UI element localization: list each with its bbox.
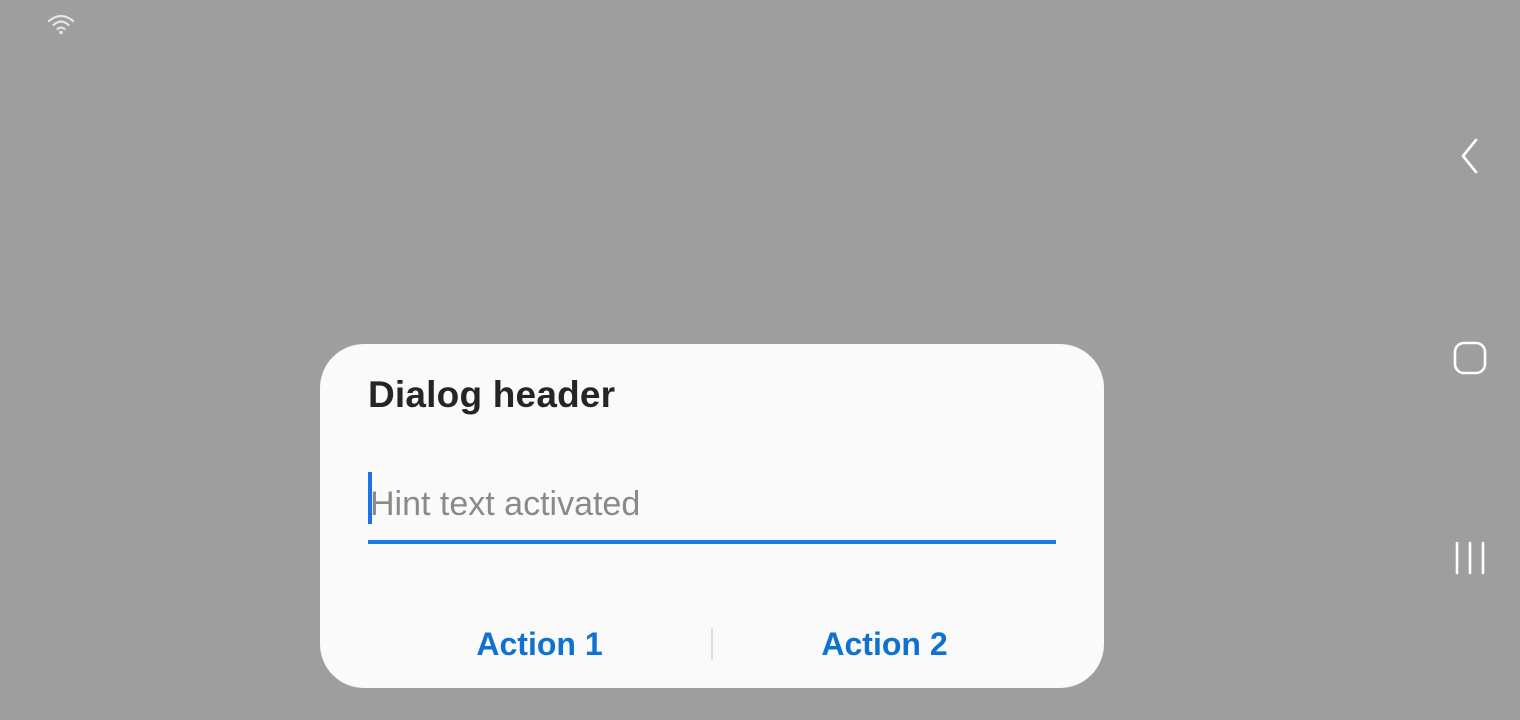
- nav-home-button[interactable]: [1444, 334, 1496, 386]
- back-chevron-icon: [1458, 136, 1482, 181]
- dialog-actions: Action 1 Action 2: [368, 616, 1056, 672]
- navigation-bar: [1420, 0, 1520, 720]
- nav-recents-button[interactable]: [1444, 534, 1496, 586]
- screen: Dialog header Action 1 Action 2: [0, 0, 1520, 720]
- action-2-button[interactable]: Action 2: [713, 616, 1056, 672]
- dialog: Dialog header Action 1 Action 2: [320, 344, 1104, 688]
- input-underline: [368, 540, 1056, 544]
- recents-icon: [1453, 540, 1487, 581]
- home-icon: [1452, 340, 1488, 381]
- nav-back-button[interactable]: [1444, 132, 1496, 184]
- wifi-icon: [46, 12, 76, 36]
- text-cursor: [368, 472, 372, 524]
- dialog-text-input[interactable]: [368, 468, 1056, 540]
- dialog-header: Dialog header: [368, 374, 616, 415]
- text-field: [368, 468, 1056, 544]
- action-1-button[interactable]: Action 1: [368, 616, 711, 672]
